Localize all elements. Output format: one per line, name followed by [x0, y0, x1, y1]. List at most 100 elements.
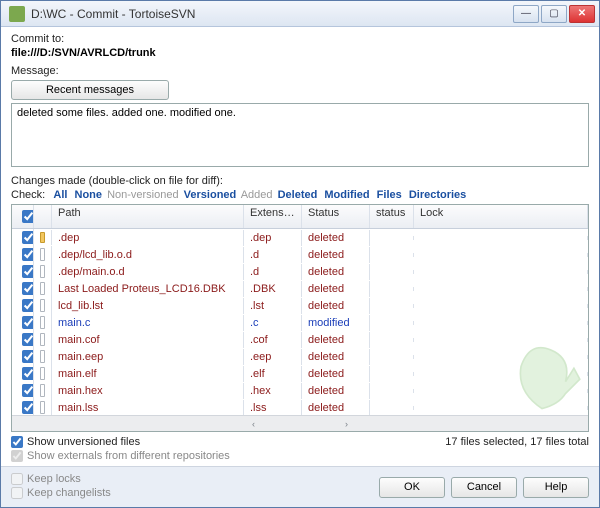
- row-path: main.elf: [52, 366, 244, 382]
- hdr-status[interactable]: Status: [302, 205, 370, 228]
- row-path: .dep/main.o.d: [52, 264, 244, 280]
- content-area: Commit to: file:///D:/SVN/AVRLCD/trunk M…: [1, 27, 599, 466]
- row-path: .dep: [52, 230, 244, 246]
- hdr-extension[interactable]: Extension: [244, 205, 302, 228]
- file-list-header[interactable]: Path Extension Status status Lock: [12, 205, 588, 229]
- commit-url: file:///D:/SVN/AVRLCD/trunk: [11, 47, 589, 59]
- show-unversioned-label: Show unversioned files: [27, 436, 140, 448]
- row-status: deleted: [302, 247, 370, 263]
- message-label: Message:: [11, 65, 589, 77]
- row-path: main.eep: [52, 349, 244, 365]
- table-row[interactable]: main.elf.elfdeleted: [12, 365, 588, 382]
- row-ext: .DBK: [244, 281, 302, 297]
- file-icon: [40, 316, 45, 329]
- file-icon: [40, 367, 45, 380]
- recent-messages-button[interactable]: Recent messages: [11, 80, 169, 100]
- window-buttons: — ▢ ✕: [513, 5, 595, 23]
- filter-non-versioned: Non-versioned: [107, 189, 179, 201]
- show-externals-checkbox[interactable]: Show externals from different repositori…: [11, 450, 230, 462]
- row-status: deleted: [302, 298, 370, 314]
- filter-directories[interactable]: Directories: [409, 189, 466, 201]
- table-row[interactable]: main.c.cmodified: [12, 314, 588, 331]
- row-path: main.hex: [52, 383, 244, 399]
- row-path: main.c: [52, 315, 244, 331]
- commit-to-label: Commit to:: [11, 33, 589, 45]
- keep-locks-label: Keep locks: [27, 473, 81, 485]
- table-row[interactable]: main.hex.hexdeleted: [12, 382, 588, 399]
- row-ext: .lss: [244, 400, 302, 416]
- hdr-path[interactable]: Path: [52, 205, 244, 228]
- filter-modified[interactable]: Modified: [324, 189, 369, 201]
- show-unversioned-checkbox[interactable]: Show unversioned files: [11, 436, 230, 448]
- check-label: Check:: [11, 189, 45, 201]
- filter-versioned[interactable]: Versioned: [184, 189, 237, 201]
- table-row[interactable]: .dep/lcd_lib.o.d.ddeleted: [12, 246, 588, 263]
- row-ext: .hex: [244, 383, 302, 399]
- table-row[interactable]: main.cof.cofdeleted: [12, 331, 588, 348]
- row-ext: .d: [244, 247, 302, 263]
- table-row[interactable]: .dep/main.o.d.ddeleted: [12, 263, 588, 280]
- filter-deleted[interactable]: Deleted: [278, 189, 318, 201]
- check-filter-row: Check: All None Non-versioned Versioned …: [11, 189, 589, 201]
- row-status: deleted: [302, 383, 370, 399]
- file-icon: [40, 333, 45, 346]
- keep-locks-checkbox[interactable]: Keep locks: [11, 473, 111, 485]
- row-status: deleted: [302, 400, 370, 416]
- commit-dialog: D:\WC - Commit - TortoiseSVN — ▢ ✕ Commi…: [0, 0, 600, 508]
- table-row[interactable]: main.eep.eepdeleted: [12, 348, 588, 365]
- app-icon: [9, 6, 25, 22]
- filter-none[interactable]: None: [75, 189, 103, 201]
- titlebar[interactable]: D:\WC - Commit - TortoiseSVN — ▢ ✕: [1, 1, 599, 27]
- file-icon: [40, 265, 45, 278]
- window-title: D:\WC - Commit - TortoiseSVN: [31, 7, 513, 21]
- row-ext: .lst: [244, 298, 302, 314]
- filter-all[interactable]: All: [53, 189, 67, 201]
- close-button[interactable]: ✕: [569, 5, 595, 23]
- file-icon: [40, 384, 45, 397]
- minimize-button[interactable]: —: [513, 5, 539, 23]
- row-path: lcd_lib.lst: [52, 298, 244, 314]
- row-path: Last Loaded Proteus_LCD16.DBK: [52, 281, 244, 297]
- selection-summary: 17 files selected, 17 files total: [445, 436, 589, 448]
- row-status: deleted: [302, 332, 370, 348]
- file-icon: [40, 299, 45, 312]
- changes-heading: Changes made (double-click on file for d…: [11, 175, 589, 187]
- ok-button[interactable]: OK: [379, 477, 445, 498]
- row-ext: .d: [244, 264, 302, 280]
- commit-message-input[interactable]: [11, 103, 589, 167]
- row-path: main.cof: [52, 332, 244, 348]
- keep-changelists-checkbox[interactable]: Keep changelists: [11, 487, 111, 499]
- row-status: deleted: [302, 366, 370, 382]
- table-row[interactable]: Last Loaded Proteus_LCD16.DBK.DBKdeleted: [12, 280, 588, 297]
- table-row[interactable]: .dep.depdeleted: [12, 229, 588, 246]
- table-row[interactable]: main.lss.lssdeleted: [12, 399, 588, 415]
- file-icon: [40, 248, 45, 261]
- show-externals-label: Show externals from different repositori…: [27, 450, 230, 462]
- file-icon: [40, 350, 45, 363]
- horizontal-scrollbar[interactable]: ‹ ›: [12, 415, 588, 431]
- row-ext: .c: [244, 315, 302, 331]
- hdr-status2[interactable]: status: [370, 205, 414, 228]
- file-list-body[interactable]: .dep.depdeleted.dep/lcd_lib.o.d.ddeleted…: [12, 229, 588, 415]
- table-row[interactable]: lcd_lib.lst.lstdeleted: [12, 297, 588, 314]
- cancel-button[interactable]: Cancel: [451, 477, 517, 498]
- hdr-checkbox[interactable]: [12, 205, 34, 228]
- help-button[interactable]: Help: [523, 477, 589, 498]
- row-status: modified: [302, 315, 370, 331]
- row-status: deleted: [302, 264, 370, 280]
- row-ext: .cof: [244, 332, 302, 348]
- row-status: deleted: [302, 349, 370, 365]
- row-status: deleted: [302, 230, 370, 246]
- file-icon: [40, 282, 45, 295]
- keep-changelists-label: Keep changelists: [27, 487, 111, 499]
- row-path: .dep/lcd_lib.o.d: [52, 247, 244, 263]
- row-ext: .dep: [244, 230, 302, 246]
- folder-icon: [40, 232, 45, 243]
- maximize-button[interactable]: ▢: [541, 5, 567, 23]
- below-list-row: Show unversioned files Show externals fr…: [11, 436, 589, 464]
- file-icon: [40, 401, 45, 414]
- filter-added: Added: [241, 189, 273, 201]
- row-ext: .elf: [244, 366, 302, 382]
- filter-files[interactable]: Files: [377, 189, 402, 201]
- hdr-lock[interactable]: Lock: [414, 205, 588, 228]
